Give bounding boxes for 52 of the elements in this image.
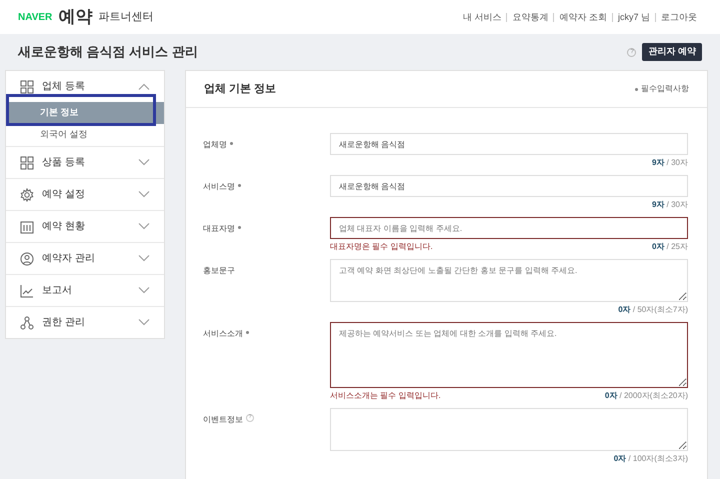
chevron-icon — [138, 287, 150, 294]
line-chart-icon — [20, 284, 34, 298]
chevron-icon — [138, 223, 150, 230]
sidebar-item[interactable]: 업체 등록 — [6, 71, 164, 102]
panel-title: 업체 기본 정보 — [204, 82, 276, 97]
header-link[interactable]: 예약자 조회 — [553, 12, 612, 22]
chevron-icon — [138, 159, 150, 166]
sidebar-item[interactable]: 예약 설정 — [6, 179, 164, 210]
character-counter: 9자 / 30자 — [652, 199, 688, 211]
character-counter: 9자 / 30자 — [652, 157, 688, 169]
person-icon — [20, 252, 34, 266]
field-label: 홍보문구 — [203, 265, 235, 277]
product-name: 예약 — [58, 6, 92, 28]
field-label: 대표자명 — [203, 223, 235, 235]
header-link[interactable]: jcky7 님 — [612, 12, 655, 22]
sidebar-item[interactable]: 예약자 관리 — [6, 243, 164, 274]
subtitle: 파트너센터 — [98, 10, 154, 25]
required-note: 필수입력사항 — [641, 83, 689, 95]
character-counter: 0자 / 50자(최소7자) — [618, 304, 688, 316]
chevron-icon — [138, 255, 150, 262]
input-field[interactable]: 새로운항해 음식점 — [330, 133, 688, 155]
sidebar-item[interactable]: 권한 관리 — [6, 307, 164, 338]
sidebar-subitem[interactable]: 외국어 설정 — [6, 124, 164, 146]
character-counter: 0자 / 2000자(최소20자) — [604, 390, 688, 402]
error-message: 서비스소개는 필수 입력입니다. — [330, 390, 441, 402]
sidebar-item[interactable]: 예약 현황 — [6, 211, 164, 242]
field-label: 이벤트정보 — [203, 414, 243, 426]
header-link[interactable]: 내 서비스 — [458, 12, 506, 22]
header-link[interactable]: 요약통계 — [506, 12, 554, 22]
page-title: 새로운항해 음식점 서비스 관리 — [18, 43, 198, 62]
header-link[interactable]: 로그아웃 — [655, 12, 702, 22]
field-label: 서비스소개 — [203, 328, 243, 340]
chevron-icon — [138, 319, 150, 326]
chevron-icon — [138, 83, 150, 90]
character-counter: 0자 / 25자 — [652, 241, 688, 253]
character-counter: 0자 / 100자(최소3자) — [614, 453, 688, 465]
error-message: 대표자명은 필수 입력입니다. — [330, 241, 433, 253]
sidebar-item[interactable]: 상품 등록 — [6, 147, 164, 178]
sidebar-item[interactable]: 보고서 — [6, 275, 164, 306]
input-field[interactable]: 새로운항해 음식점 — [330, 175, 688, 197]
input-field[interactable]: 업체 대표자 이름을 입력해 주세요. — [330, 217, 688, 239]
brand-logo: NAVER — [18, 10, 52, 24]
field-label: 업체명 — [203, 139, 227, 151]
calendar-icon — [20, 220, 34, 234]
settings-icon — [20, 188, 34, 202]
grid-icon — [20, 156, 34, 170]
field-label: 서비스명 — [203, 181, 235, 193]
text-area[interactable]: 제공하는 예약서비스 또는 업체에 대한 소개를 입력해 주세요. — [330, 322, 688, 388]
nodes-icon — [20, 316, 34, 330]
admin-reservation-button[interactable]: 관리자 예약 — [642, 43, 702, 61]
chevron-icon — [138, 191, 150, 198]
grid-icon — [20, 80, 34, 94]
